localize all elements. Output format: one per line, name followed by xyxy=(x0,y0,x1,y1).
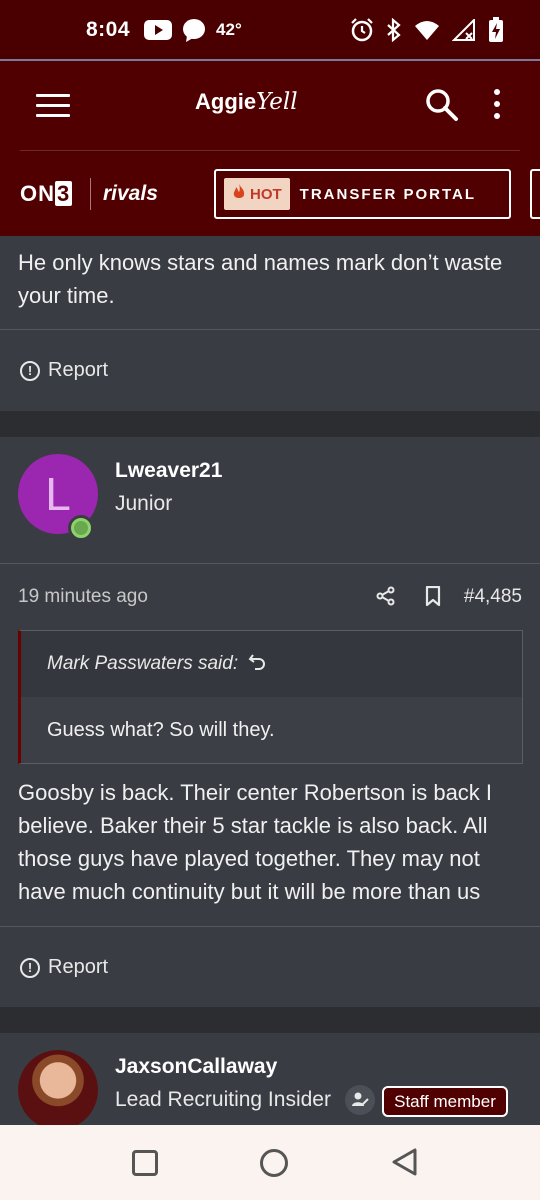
on3-logo[interactable]: ON3 xyxy=(20,181,73,207)
transfer-portal-button[interactable]: HOT TRANSFER PORTAL xyxy=(214,169,511,219)
bookmark-icon[interactable] xyxy=(424,585,442,611)
status-bar: 8:04 42° xyxy=(0,0,540,60)
battery-charging-icon xyxy=(488,17,504,43)
post-meta: 19 minutes ago #4,485 xyxy=(0,564,540,630)
more-vert-icon[interactable] xyxy=(489,89,505,123)
post-card: L Lweaver21 Junior 19 minutes ago #4,485… xyxy=(0,437,540,1007)
logo-main: Aggie xyxy=(195,89,257,114)
quote-jump-icon[interactable] xyxy=(248,651,268,677)
post-body: He only knows stars and names mark don’t… xyxy=(18,250,503,308)
post-separator xyxy=(0,1007,540,1033)
app-header: AggieYell xyxy=(0,61,540,151)
staff-badge[interactable]: Staff member xyxy=(382,1086,508,1117)
post-time[interactable]: 19 minutes ago xyxy=(18,586,148,608)
youtube-icon xyxy=(144,20,173,40)
wifi-icon xyxy=(414,19,440,41)
partner-bar: ON3 rivals HOT TRANSFER PORTAL xyxy=(0,151,540,236)
back-triangle-icon[interactable] xyxy=(390,1147,418,1182)
site-logo[interactable]: AggieYell xyxy=(195,89,298,115)
post-card: JaxsonCallaway Lead Recruiting Insider S… xyxy=(0,1033,540,1125)
post-divider xyxy=(0,926,540,927)
status-temperature: 42° xyxy=(216,20,242,39)
post-separator xyxy=(0,411,540,437)
username[interactable]: Lweaver21 xyxy=(115,459,222,483)
home-circle-icon[interactable] xyxy=(260,1149,288,1177)
online-status-icon xyxy=(68,515,94,541)
post-card: He only knows stars and names mark don’t… xyxy=(0,236,540,411)
quote-header[interactable]: Mark Passwaters said: xyxy=(21,631,522,697)
insider-icon xyxy=(345,1085,375,1115)
alarm-icon xyxy=(350,18,374,42)
report-button[interactable]: ! Report xyxy=(20,956,108,979)
status-time: 8:04 xyxy=(86,18,131,41)
system-nav-bar xyxy=(0,1125,540,1200)
quote-author: Mark Passwaters said: xyxy=(47,653,239,674)
menu-icon[interactable] xyxy=(36,94,70,118)
hot-label: HOT xyxy=(250,185,282,203)
portal-label: TRANSFER PORTAL xyxy=(299,185,477,203)
quote-text: Guess what? So will they. xyxy=(47,718,275,741)
logo-separator xyxy=(90,178,91,210)
quote-block: Mark Passwaters said: Guess what? So wil… xyxy=(18,630,523,764)
hot-badge: HOT xyxy=(224,178,290,210)
report-icon: ! xyxy=(20,360,40,381)
report-label: Report xyxy=(48,359,109,381)
next-nav-button[interactable] xyxy=(530,169,540,219)
bluetooth-icon xyxy=(386,18,402,42)
logo-script: Yell xyxy=(256,89,298,115)
post-divider xyxy=(0,329,540,330)
messenger-icon xyxy=(182,18,206,42)
avatar[interactable] xyxy=(18,1050,98,1125)
report-icon: ! xyxy=(20,957,40,978)
post-number[interactable]: #4,485 xyxy=(464,586,522,608)
report-button[interactable]: ! Report xyxy=(20,359,108,382)
user-title: Lead Recruiting Insider xyxy=(115,1088,331,1111)
on3-text: ON xyxy=(20,181,55,206)
share-icon[interactable] xyxy=(376,586,396,611)
post-body: Goosby is back. Their center Robertson i… xyxy=(18,780,493,904)
user-title: Junior xyxy=(115,492,173,515)
signal-icon xyxy=(452,19,476,41)
flame-icon xyxy=(232,184,246,204)
on3-digit: 3 xyxy=(55,181,73,206)
recents-square-icon[interactable] xyxy=(132,1150,158,1176)
rivals-logo[interactable]: rivals xyxy=(103,182,158,206)
report-label: Report xyxy=(48,956,109,978)
search-icon[interactable] xyxy=(424,87,460,123)
username[interactable]: JaxsonCallaway xyxy=(115,1055,277,1079)
